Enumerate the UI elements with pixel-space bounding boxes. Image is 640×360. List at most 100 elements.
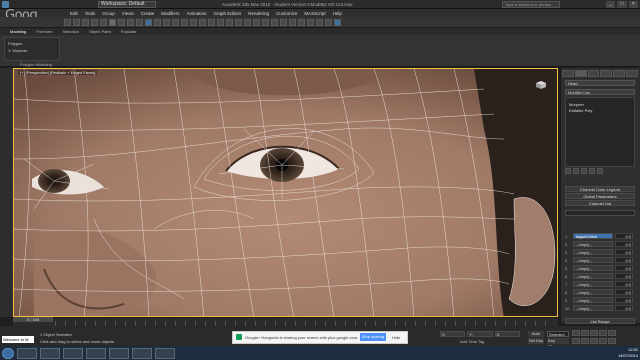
taskbar-app-icon[interactable] xyxy=(40,347,60,359)
menu-help[interactable]: Help xyxy=(333,11,342,16)
named-selection-icon[interactable] xyxy=(244,18,251,26)
ribbon-polygon-label[interactable]: Polygon xyxy=(8,41,22,46)
make-unique-icon[interactable] xyxy=(581,168,587,174)
channel-value[interactable]: 0.0 xyxy=(615,241,633,247)
workspace-dropdown[interactable]: Workspace: Default xyxy=(98,1,156,8)
maximize-button[interactable]: □ xyxy=(617,1,627,8)
play-icon[interactable] xyxy=(590,330,598,336)
menu-animation[interactable]: Animation xyxy=(187,11,207,16)
app-logo-icon[interactable] xyxy=(2,1,9,8)
snaps-icon[interactable] xyxy=(208,18,215,26)
manipulate-icon[interactable] xyxy=(190,18,197,26)
auto-key-button[interactable]: Auto Key xyxy=(528,331,544,342)
rollout-channel-list[interactable]: Channel List xyxy=(565,200,635,206)
field-of-view-icon[interactable] xyxy=(599,337,607,344)
add-time-tag[interactable]: Add Time Tag xyxy=(460,339,484,344)
select-by-name-icon[interactable] xyxy=(118,18,125,26)
layer-icon[interactable] xyxy=(271,18,278,26)
curve-editor-icon[interactable] xyxy=(289,18,296,26)
tab-object-paint[interactable]: Object Paint xyxy=(89,29,111,34)
taskbar-app-icon[interactable] xyxy=(63,347,83,359)
pin-stack-icon[interactable] xyxy=(565,168,571,174)
channel-button[interactable]: - empty - xyxy=(573,257,613,263)
move-icon[interactable] xyxy=(145,18,152,26)
channel-value[interactable]: 0.0 xyxy=(615,305,633,311)
keyboard-shortcut-icon[interactable] xyxy=(199,18,206,26)
schematic-icon[interactable] xyxy=(298,18,305,26)
y-coord-field[interactable]: Y: xyxy=(467,331,493,337)
key-filters-button[interactable]: Key Filters... xyxy=(547,338,569,349)
channel-button[interactable]: - empty - xyxy=(573,281,613,287)
tab-selection[interactable]: Selection xyxy=(62,29,78,34)
menu-customize[interactable]: Customize xyxy=(276,11,297,16)
stack-item-morpher[interactable]: Morpher xyxy=(569,102,584,107)
material-editor-icon[interactable] xyxy=(307,18,314,26)
percent-snap-icon[interactable] xyxy=(226,18,233,26)
go-to-start-icon[interactable] xyxy=(572,330,580,336)
menu-create[interactable]: Create xyxy=(141,11,155,16)
taskbar-app-icon[interactable] xyxy=(155,347,175,359)
bind-space-warp-icon[interactable] xyxy=(100,18,107,26)
next-frame-icon[interactable] xyxy=(599,330,607,336)
menu-tools[interactable]: Tools xyxy=(85,11,96,16)
menu-views[interactable]: Views xyxy=(122,11,134,16)
channel-value[interactable]: 0.0 xyxy=(615,249,633,255)
graphite-icon[interactable] xyxy=(280,18,287,26)
rollout-global-parameters[interactable]: Global Parameters xyxy=(565,193,635,199)
minimize-button[interactable]: _ xyxy=(606,1,616,8)
create-tab-icon[interactable] xyxy=(562,70,574,77)
show-end-result-icon[interactable] xyxy=(573,168,579,174)
configure-sets-icon[interactable] xyxy=(597,168,603,174)
menu-edit[interactable]: Edit xyxy=(70,11,78,16)
pan-icon[interactable] xyxy=(581,337,589,344)
key-selection-dropdown[interactable]: Selected xyxy=(547,331,569,337)
align-icon[interactable] xyxy=(262,18,269,26)
channel-value[interactable]: 0.0 xyxy=(615,233,633,239)
mirror-icon[interactable] xyxy=(253,18,260,26)
viewcube-icon[interactable] xyxy=(534,80,548,90)
menu-rendering[interactable]: Rendering xyxy=(248,11,269,16)
polygon-modeling-label[interactable]: Polygon Modeling xyxy=(20,62,52,67)
channel-button[interactable]: - empty - xyxy=(573,305,613,311)
channel-value[interactable]: 0.0 xyxy=(615,297,633,303)
ribbon-morpher-label[interactable]: 1: Morpher xyxy=(8,48,27,53)
channel-button[interactable]: - empty - xyxy=(573,249,613,255)
display-tab-icon[interactable] xyxy=(613,70,626,77)
channel-button[interactable]: - empty - xyxy=(573,265,613,271)
rect-selection-icon[interactable] xyxy=(127,18,134,26)
taskbar-app-icon[interactable] xyxy=(132,347,152,359)
select-object-icon[interactable] xyxy=(109,18,116,26)
stop-sharing-button[interactable]: Stop sharing xyxy=(360,333,386,341)
tray-date[interactable]: 14/07/2014 xyxy=(598,353,638,359)
menu-modifiers[interactable]: Modifiers xyxy=(161,11,179,16)
channel-value[interactable]: 0.0 xyxy=(615,289,633,295)
z-coord-field[interactable]: Z: xyxy=(494,331,520,337)
render-frame-icon[interactable] xyxy=(325,18,332,26)
perspective-viewport[interactable] xyxy=(13,68,558,317)
link-icon[interactable] xyxy=(82,18,89,26)
rotate-icon[interactable] xyxy=(154,18,161,26)
menu-maxscript[interactable]: MAXScript xyxy=(304,11,325,16)
start-button-icon[interactable] xyxy=(2,347,14,359)
channel-button[interactable]: tagwid blink xyxy=(573,233,613,239)
help-search-input[interactable]: Type a keyword or phrase xyxy=(502,1,560,8)
viewport-label[interactable]: [+] [Perspective] [Realistic + Edged Fac… xyxy=(18,70,98,75)
utilities-tab-icon[interactable] xyxy=(626,70,638,77)
previous-frame-icon[interactable] xyxy=(581,330,589,336)
render-icon[interactable] xyxy=(334,18,341,26)
redo-icon[interactable] xyxy=(73,18,80,26)
taskbar-app-icon[interactable] xyxy=(17,347,37,359)
channel-value[interactable]: 0.0 xyxy=(615,257,633,263)
channel-button[interactable]: - empty - xyxy=(573,289,613,295)
menu-graph-editors[interactable]: Graph Editors xyxy=(214,11,242,16)
modifier-list-dropdown[interactable]: Modifier List xyxy=(565,89,635,95)
ref-coord-icon[interactable] xyxy=(172,18,179,26)
set-key-button[interactable]: Set Key xyxy=(528,338,544,344)
window-crossing-icon[interactable] xyxy=(136,18,143,26)
time-slider[interactable]: 0 / 100 xyxy=(13,317,53,322)
maximize-viewport-icon[interactable] xyxy=(608,337,616,344)
close-button[interactable]: × xyxy=(628,1,638,8)
modify-tab-icon[interactable] xyxy=(574,70,587,77)
channel-button[interactable]: - empty - xyxy=(573,297,613,303)
zoom-icon[interactable] xyxy=(572,337,580,344)
